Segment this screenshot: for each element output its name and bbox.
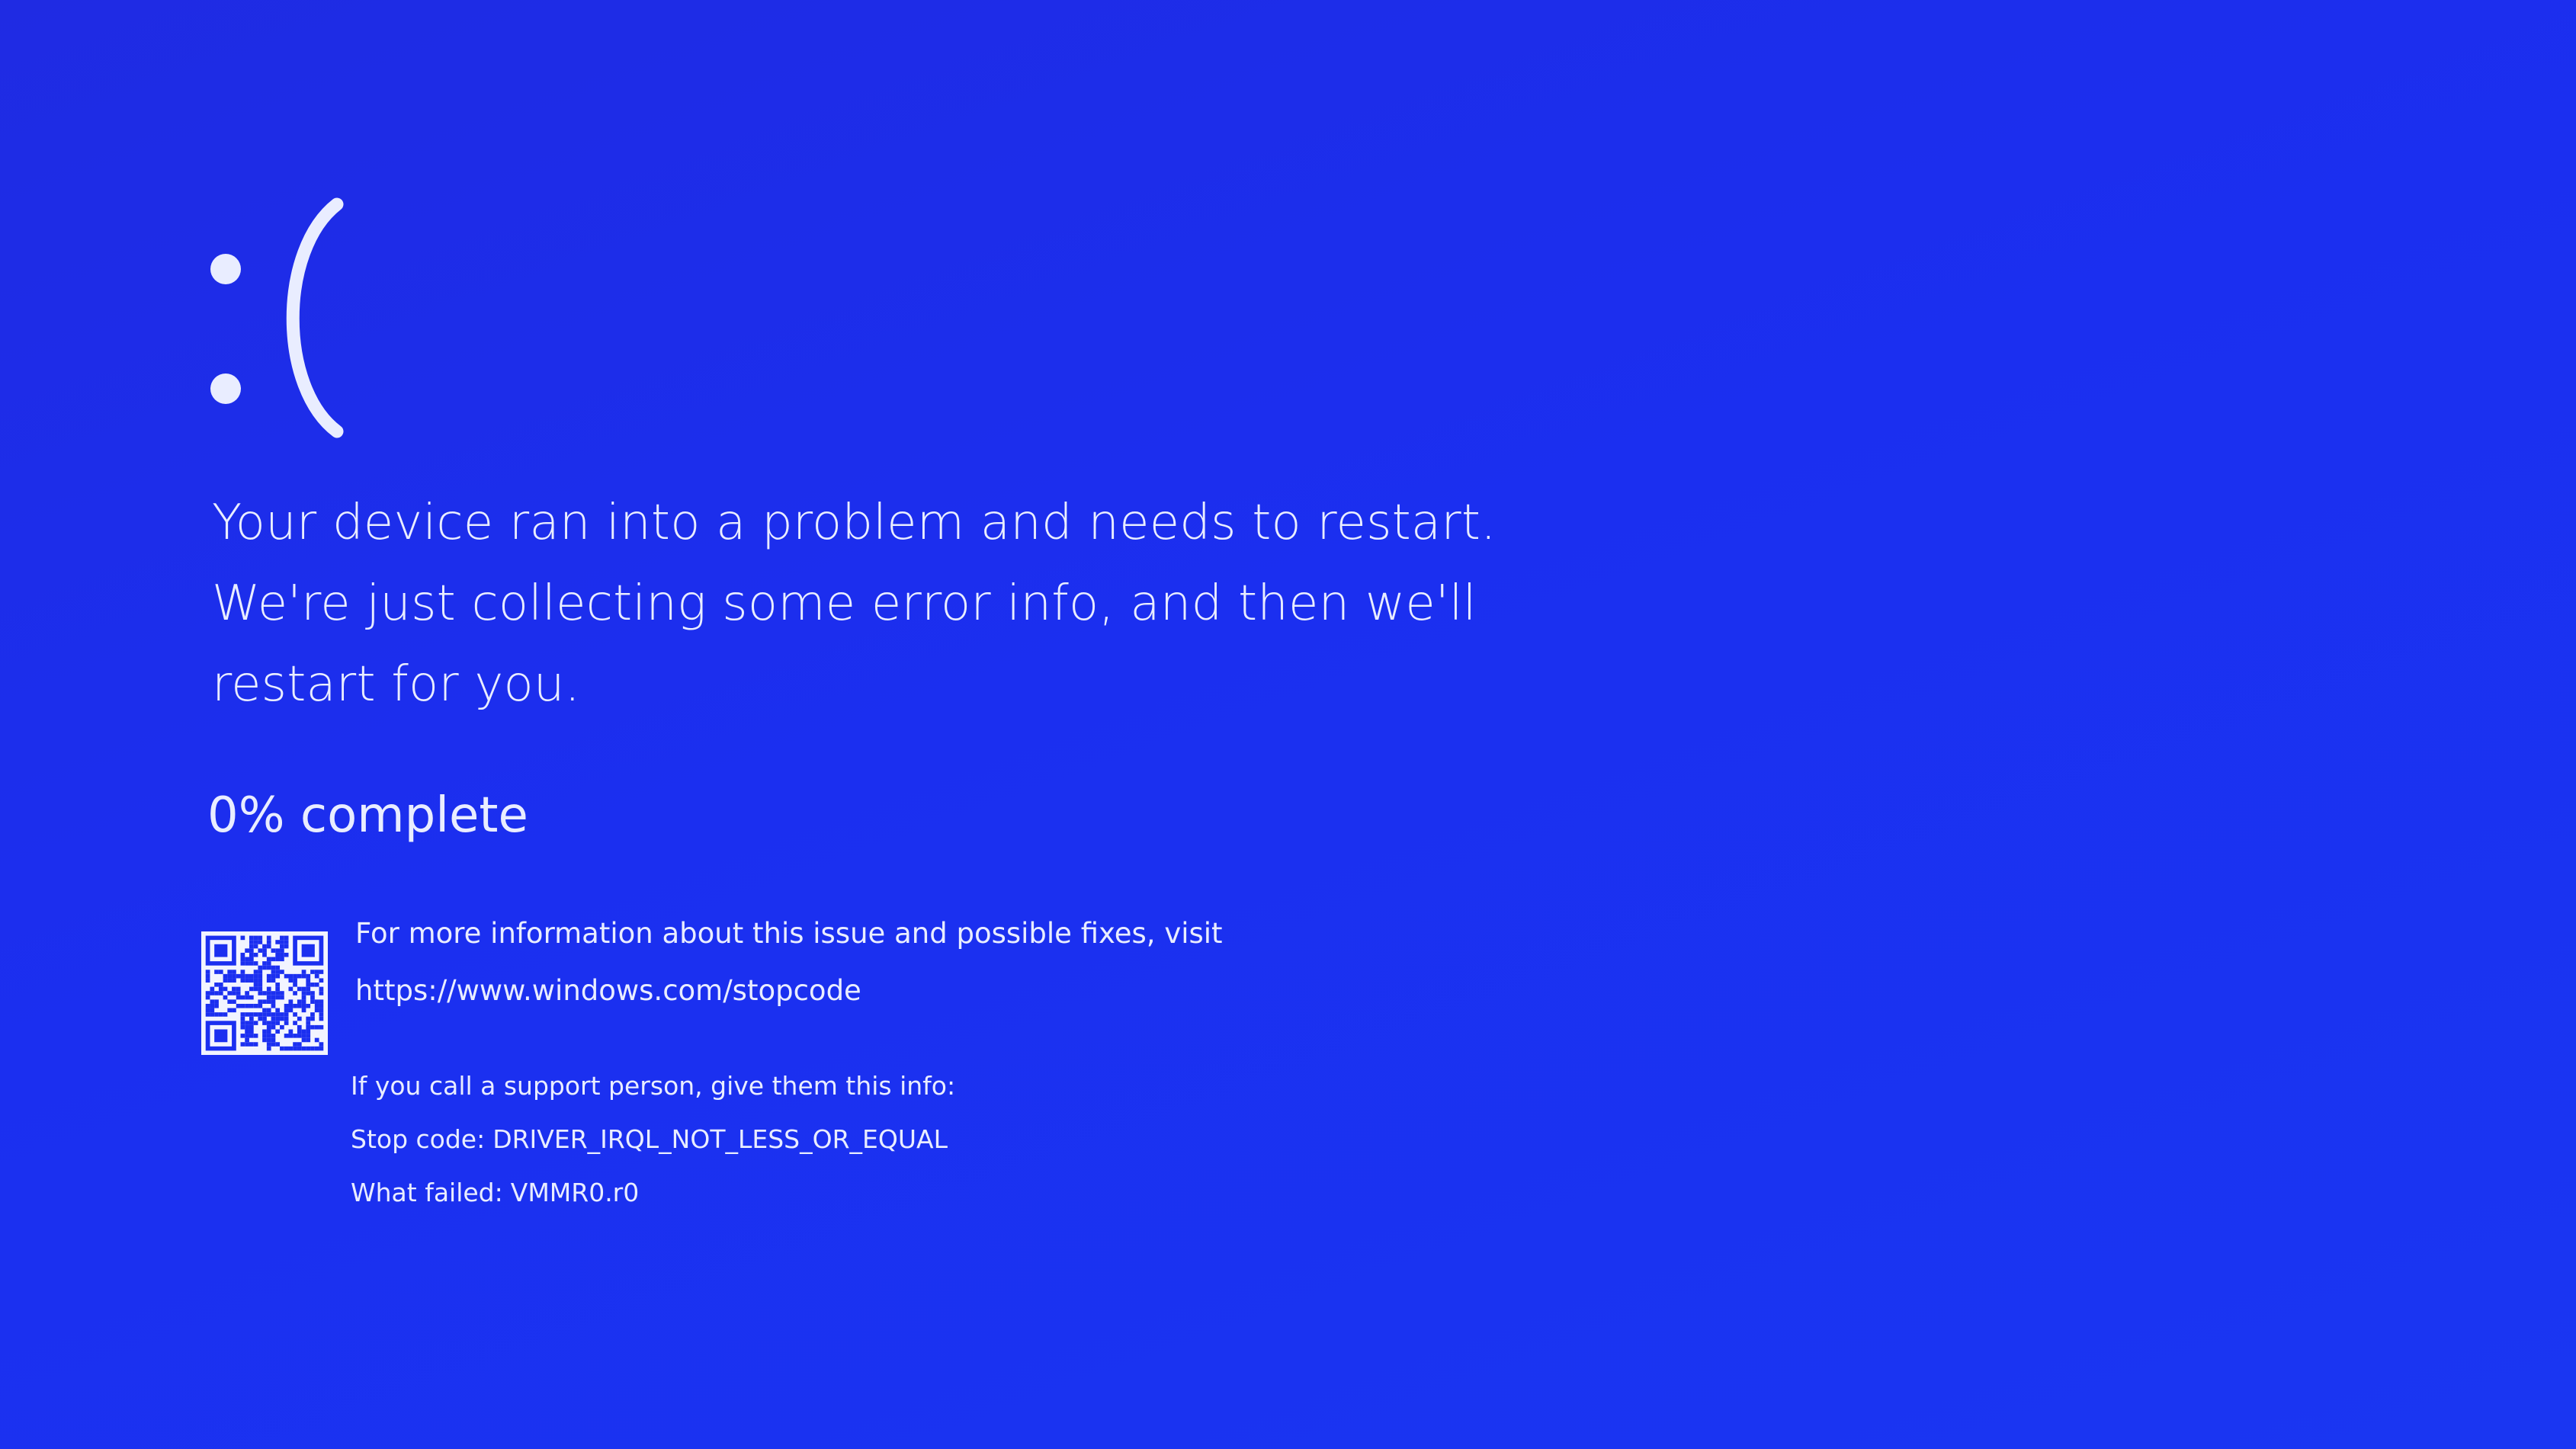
support-info-block: If you call a support person, give them … — [351, 1069, 955, 1229]
what-failed-row: What failed: VMMR0.r0 — [351, 1175, 955, 1210]
error-message-line-1: Your device ran into a problem and needs… — [212, 495, 1497, 551]
error-message: Your device ran into a problem and needs… — [212, 482, 1584, 725]
error-message-line-3: restart for you. — [212, 656, 581, 713]
error-message-line-2: We're just collecting some error info, a… — [212, 575, 1477, 632]
stop-code-row: Stop code: DRIVER_IRQL_NOT_LESS_OR_EQUAL — [351, 1122, 955, 1157]
stopcode-link[interactable]: https://www.windows.com/stopcode — [355, 972, 1223, 1010]
progress-status: 0% complete — [207, 787, 528, 844]
what-failed-value: VMMR0.r0 — [510, 1178, 640, 1207]
stop-code-value: DRIVER_IRQL_NOT_LESS_OR_EQUAL — [492, 1124, 948, 1154]
more-info-block: For more information about this issue an… — [355, 915, 1223, 1029]
bsod-screen: Your device ran into a problem and needs… — [0, 0, 2576, 1449]
what-failed-label: What failed: — [351, 1178, 503, 1207]
qr-code-icon — [201, 931, 328, 1055]
more-info-text: For more information about this issue an… — [355, 917, 1223, 950]
support-text: If you call a support person, give them … — [351, 1071, 956, 1101]
sad-face-icon — [206, 183, 358, 457]
stop-code-label: Stop code: — [351, 1124, 486, 1154]
